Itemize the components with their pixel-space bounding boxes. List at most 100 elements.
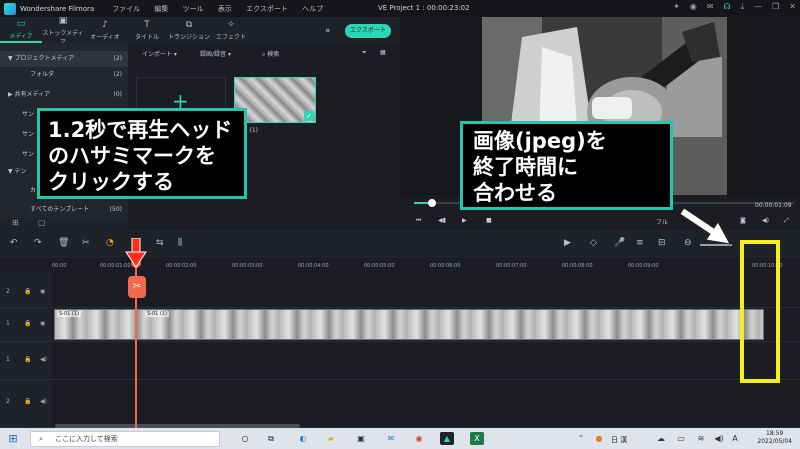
preview-progress-handle[interactable] bbox=[428, 199, 436, 207]
wifi-icon[interactable]: ≋ bbox=[694, 432, 708, 445]
mail-icon[interactable]: ✉ bbox=[384, 432, 398, 445]
fullscreen-icon[interactable]: ⤢ bbox=[784, 217, 789, 225]
ime-indicator[interactable]: 日 漢 bbox=[611, 435, 627, 445]
download-icon[interactable]: ⤓ bbox=[741, 2, 745, 12]
redo-icon[interactable]: ↷ bbox=[34, 238, 42, 248]
marker-icon[interactable]: ◇ bbox=[590, 238, 597, 248]
new-folder-icon[interactable]: ⊞ bbox=[12, 218, 19, 227]
record-dropdown[interactable]: 録画/録音 ▾ bbox=[200, 49, 231, 58]
video-clip[interactable]: S-01 (1) S-01 (1) bbox=[54, 309, 764, 340]
step-back-icon[interactable]: ◀▮ bbox=[438, 217, 446, 224]
lock-icon[interactable]: 🔒 bbox=[24, 356, 31, 363]
tab-titles[interactable]: T タイトル bbox=[126, 19, 168, 43]
tab-transitions[interactable]: ⧉ トランジション bbox=[168, 19, 210, 43]
chrome-icon[interactable]: ◉ bbox=[412, 432, 426, 445]
battery-icon[interactable]: ▭ bbox=[674, 432, 688, 445]
close-button[interactable]: ✕ bbox=[789, 2, 796, 12]
speaker-icon[interactable]: ◀) bbox=[40, 398, 47, 405]
open-folder-icon[interactable]: ▢ bbox=[38, 218, 46, 227]
transition-icon: ⧉ bbox=[185, 20, 193, 30]
menu-tools[interactable]: ツール bbox=[183, 5, 204, 13]
import-dropdown[interactable]: インポート ▾ bbox=[142, 49, 177, 58]
search-input[interactable]: ⌕ 検索 bbox=[262, 49, 279, 59]
tab-label: オーディオ bbox=[90, 34, 120, 41]
sidebar-item-folder[interactable]: フォルダ (2) bbox=[0, 67, 128, 83]
ruler-tick: 00:00:09:00 bbox=[628, 263, 659, 269]
mic-icon[interactable]: 🎤 bbox=[614, 238, 625, 248]
grid-view-icon[interactable]: ▦ bbox=[380, 49, 386, 56]
track-row bbox=[0, 342, 800, 380]
export-button[interactable]: エクスポート bbox=[345, 24, 391, 38]
eye-icon[interactable]: ◉ bbox=[40, 288, 45, 295]
menu-view[interactable]: 表示 bbox=[218, 5, 232, 13]
delete-icon[interactable]: 🗑 bbox=[58, 238, 69, 248]
quality-dropdown[interactable]: フル bbox=[656, 217, 668, 226]
weather-icon[interactable]: ● bbox=[592, 432, 606, 445]
ruler-tick: 00:00:08:00 bbox=[562, 263, 593, 269]
track-row bbox=[0, 272, 800, 308]
filmora-taskbar-icon[interactable]: ▲ bbox=[440, 432, 454, 445]
menu-export[interactable]: エクスポート bbox=[246, 5, 288, 13]
edge-icon[interactable]: ◐ bbox=[296, 432, 310, 445]
stop-icon[interactable]: ■ bbox=[486, 217, 492, 224]
taskbar-clock[interactable]: 18:59 2022/05/04 bbox=[757, 430, 792, 446]
stock-icon: ▣ bbox=[58, 15, 68, 26]
menu-edit[interactable]: 編集 bbox=[154, 5, 168, 13]
file-explorer-icon[interactable]: ▰ bbox=[324, 432, 338, 445]
ruler-tick: 00:00:07:00 bbox=[496, 263, 527, 269]
tray-chevron-icon[interactable]: ⌃ bbox=[574, 432, 588, 445]
sidebar-item-count: (2) bbox=[113, 71, 123, 78]
maximize-button[interactable]: ❐ bbox=[772, 2, 779, 12]
ruler-tick: 00:00:05:00 bbox=[364, 263, 395, 269]
speed-icon[interactable]: ◔ bbox=[106, 238, 114, 248]
play-icon[interactable]: ▶ bbox=[462, 217, 467, 224]
lock-icon[interactable]: 🔒 bbox=[24, 288, 31, 295]
tab-media[interactable]: ▭ メディア bbox=[0, 19, 42, 43]
menu-help[interactable]: ヘルプ bbox=[302, 5, 323, 13]
headset-icon[interactable]: ☊ bbox=[723, 2, 730, 12]
tab-stock-media[interactable]: ▣ ストックメディア bbox=[42, 15, 84, 46]
lock-icon[interactable]: 🔒 bbox=[24, 320, 31, 327]
track-row bbox=[0, 380, 800, 428]
prev-frame-icon[interactable]: ⏮ bbox=[416, 217, 421, 225]
sidebar-item-label: カ bbox=[30, 187, 37, 194]
lightbulb-icon[interactable]: ✦ bbox=[673, 2, 680, 12]
sidebar-item-label: サン bbox=[22, 151, 35, 158]
tab-effects[interactable]: ✧ エフェクト bbox=[210, 19, 252, 43]
adjust-icon[interactable]: ⇆ bbox=[156, 238, 164, 248]
preview-timecode: 00:00:01:09 bbox=[755, 202, 792, 209]
filter-icon[interactable]: ⏷ bbox=[362, 49, 367, 57]
sidebar-item-shared-media[interactable]: ▶ 共有メディア (0) bbox=[0, 87, 128, 103]
taskbar-search-input[interactable]: ⌕ ここに入力して検索 bbox=[30, 431, 220, 447]
sidebar-item-all-templates[interactable]: すべてのテンプレート (50) bbox=[0, 202, 128, 218]
cut-icon[interactable]: ✂ bbox=[82, 238, 90, 248]
user-icon[interactable]: ◉ bbox=[690, 2, 697, 12]
snapshot-icon[interactable]: ◙ bbox=[740, 217, 746, 224]
undo-icon[interactable]: ↶ bbox=[10, 238, 18, 248]
mail-icon[interactable]: ✉ bbox=[707, 2, 714, 12]
volume-icon[interactable]: ◀) bbox=[712, 432, 726, 445]
sidebar-item-count: (2) bbox=[113, 55, 123, 62]
text-track-icon[interactable]: ≡ bbox=[636, 238, 644, 248]
eye-icon[interactable]: ◉ bbox=[40, 320, 45, 327]
lock-icon[interactable]: 🔒 bbox=[24, 398, 31, 405]
volume-icon[interactable]: ◀) bbox=[762, 217, 769, 224]
render-icon[interactable]: ▶ bbox=[564, 238, 571, 248]
task-view-icon[interactable]: ⧉ bbox=[264, 432, 278, 445]
tab-audio[interactable]: ♪ オーディオ bbox=[84, 19, 126, 43]
split-scissors-icon[interactable]: ✂ bbox=[128, 276, 146, 298]
cloud-icon[interactable]: ☁ bbox=[654, 432, 668, 445]
menu-file[interactable]: ファイル bbox=[112, 5, 140, 13]
ime-mode-icon[interactable]: A bbox=[728, 432, 742, 445]
excel-icon[interactable]: X bbox=[470, 432, 484, 445]
minimize-button[interactable]: — bbox=[754, 2, 762, 12]
cortana-icon[interactable]: ○ bbox=[238, 432, 252, 445]
windows-start-icon[interactable]: ⊞ bbox=[6, 432, 20, 445]
snap-icon[interactable]: ⊟ bbox=[658, 238, 666, 248]
audio-wave-icon[interactable]: ⫼ bbox=[178, 238, 182, 248]
speaker-icon[interactable]: ◀) bbox=[40, 356, 47, 363]
check-icon: ✓ bbox=[304, 111, 314, 121]
more-tabs-icon[interactable]: » bbox=[325, 26, 331, 36]
sidebar-item-project-media[interactable]: ▼ プロジェクトメディア (2) bbox=[0, 51, 128, 67]
store-icon[interactable]: ▣ bbox=[354, 432, 368, 445]
